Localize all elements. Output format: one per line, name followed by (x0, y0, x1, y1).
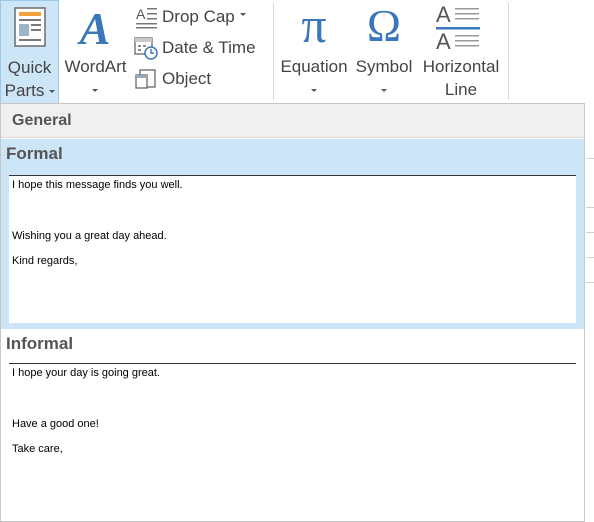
horizontal-line-label-2: Line (444, 80, 478, 99)
quick-parts-gallery: General Formal I hope this message finds… (0, 103, 585, 522)
preview-line: Kind regards, (12, 255, 78, 267)
horizontal-line-button[interactable]: A A Horizontal Line (418, 0, 504, 103)
gallery-entry-title: Informal (6, 334, 74, 353)
ribbon-group-divider (508, 3, 509, 100)
gallery-entry-informal[interactable]: Informal I hope your day is going great.… (1, 329, 584, 521)
chevron-down-icon (381, 89, 387, 92)
gallery-category-header: General (1, 104, 584, 138)
chevron-down-icon (239, 12, 246, 16)
drop-cap-label: Drop Cap (162, 7, 235, 26)
symbol-button[interactable]: Ω Symbol (352, 0, 416, 103)
quick-parts-button[interactable]: Quick Parts (0, 0, 59, 103)
quick-parts-icon (14, 7, 46, 47)
preview-line: I hope your day is going great. (12, 367, 160, 379)
gallery-entry-title: Formal (6, 144, 63, 163)
preview-line: I hope this message finds you well. (12, 179, 183, 191)
drop-cap-button[interactable]: A Drop Cap (134, 4, 246, 30)
gallery-entry-preview: I hope this message finds you well. Wish… (9, 175, 576, 323)
document-edge (586, 282, 594, 283)
gallery-category-label: General (12, 112, 72, 129)
insert-ribbon: Quick Parts A WordArt A Drop Cap Date & … (0, 0, 594, 103)
chevron-down-icon (92, 89, 98, 92)
document-edge (586, 232, 594, 233)
equation-label: Equation (280, 57, 348, 76)
symbol-label: Symbol (355, 57, 413, 76)
svg-text:A: A (436, 2, 451, 27)
date-time-button[interactable]: Date & Time (134, 35, 256, 61)
svg-text:A: A (77, 3, 111, 50)
object-button[interactable]: Object (134, 66, 211, 92)
object-label: Object (162, 69, 212, 88)
quick-parts-label-1: Quick (7, 58, 52, 77)
equation-icon: π (301, 0, 327, 53)
date-time-icon (134, 36, 158, 60)
horizontal-line-label-1: Horizontal (422, 57, 500, 76)
document-edge (586, 158, 594, 159)
object-icon (134, 67, 158, 91)
preview-line: Have a good one! (12, 418, 99, 430)
symbol-icon: Ω (366, 0, 402, 51)
gallery-entry-preview: I hope your day is going great. Have a g… (9, 363, 576, 513)
document-edge (586, 207, 594, 208)
chevron-down-icon (49, 90, 55, 93)
gallery-entry-formal[interactable]: Formal I hope this message finds you wel… (1, 139, 584, 329)
document-edge (586, 257, 594, 258)
wordart-label: WordArt (64, 57, 127, 76)
horizontal-line-icon: A A (436, 2, 486, 54)
drop-cap-icon: A (134, 5, 158, 29)
date-time-label: Date & Time (162, 38, 256, 57)
chevron-down-icon (311, 89, 317, 92)
preview-line: Wishing you a great day ahead. (12, 230, 167, 242)
wordart-button[interactable]: A WordArt (60, 0, 131, 103)
preview-line: Take care, (12, 443, 63, 455)
svg-text:A: A (436, 29, 451, 52)
ribbon-group-divider (273, 3, 274, 100)
svg-text:A: A (136, 6, 146, 22)
equation-button[interactable]: π Equation (278, 0, 350, 103)
wordart-icon: A (75, 0, 115, 54)
